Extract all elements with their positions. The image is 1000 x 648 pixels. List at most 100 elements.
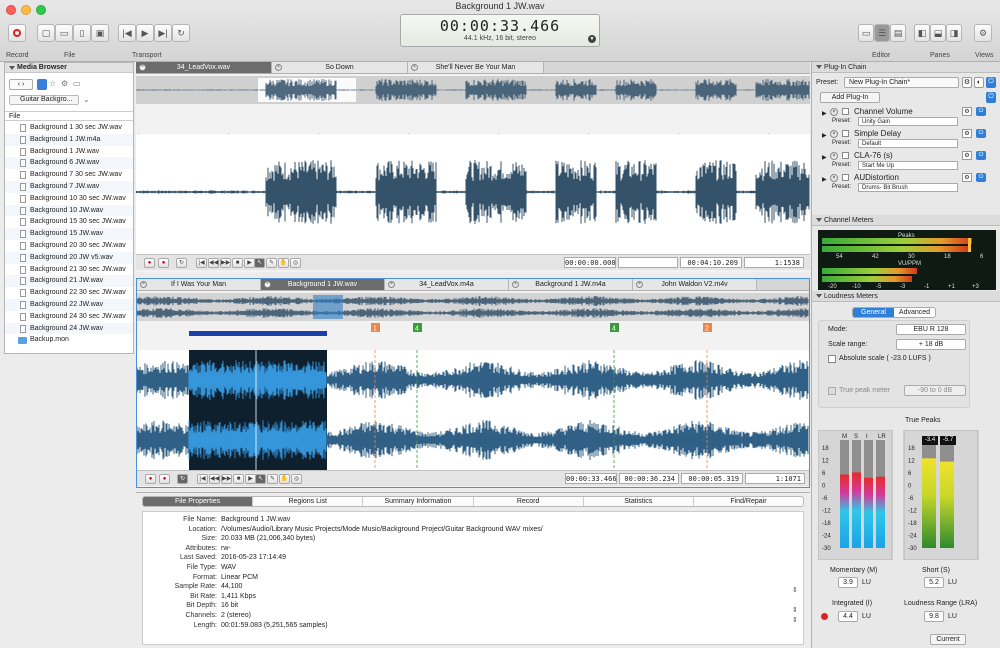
power-icon[interactable]: ⏻ [976, 173, 986, 182]
property-value[interactable]: 00:01:59.083 (5,251,565 samples) [221, 621, 328, 631]
open-file-button[interactable]: ▭ [55, 24, 73, 42]
plugin-slot[interactable]: ▶ × Channel Volume Preset: Unity Gain ⚙ ⏻ [822, 107, 986, 128]
folder-icon[interactable]: ▭ [73, 79, 81, 88]
selection-length-field[interactable]: 00:00:05.319 [681, 473, 743, 484]
channel-meters-header[interactable]: Channel Meters [812, 215, 1000, 226]
remove-plugin-icon[interactable]: × [830, 130, 838, 138]
plugin-slot[interactable]: ▶ × CLA-76 (s) Preset: Start Me Up ⚙ ⏻ [822, 151, 986, 172]
property-value[interactable]: WAV [221, 563, 236, 573]
hand-tool-icon[interactable]: ✋ [278, 258, 289, 268]
property-value[interactable]: 20.033 MB (21,006,340 bytes) [221, 534, 315, 544]
bypass-icon[interactable]: ◐ [974, 77, 984, 88]
rewind-button[interactable]: |◀ [118, 24, 136, 42]
property-value[interactable]: 16 bit [221, 601, 238, 611]
remove-plugin-icon[interactable]: × [830, 152, 838, 160]
loudness-display-select[interactable]: Current [930, 634, 966, 645]
stepper-icon[interactable]: ⇕ [792, 616, 798, 624]
file-list-item[interactable]: Background 1 JW.m4a [5, 133, 133, 146]
close-tab-icon[interactable]: × [139, 64, 146, 71]
editor-stack-button[interactable]: ▤ [890, 24, 906, 42]
zoom-ratio-field[interactable]: 1:1071 [745, 473, 805, 484]
pane-bottom-button[interactable]: ⬓ [930, 24, 946, 42]
loop-icon[interactable]: ↻ [176, 258, 187, 268]
file-column-header[interactable]: File [5, 111, 133, 121]
plugin-editor-icon[interactable]: ⚙ [962, 129, 972, 138]
scale-range-select[interactable]: + 18 dB [896, 339, 966, 350]
remove-plugin-icon[interactable]: × [830, 108, 838, 116]
close-tab-icon[interactable]: × [140, 281, 147, 288]
minimize-window-button[interactable] [21, 5, 31, 15]
selection-length-field[interactable]: 00:04:10.209 [680, 257, 742, 268]
tab-34-leadvox-wav[interactable]: × 34_LeadVox.wav [136, 62, 272, 73]
media-browser-header[interactable]: Media Browser [5, 63, 133, 73]
record-icon[interactable]: ● [145, 474, 156, 484]
tab-advanced[interactable]: Advanced [894, 308, 935, 317]
property-value[interactable]: Linear PCM [221, 573, 258, 583]
reset-integrated-icon[interactable] [821, 613, 828, 620]
stop-record-icon[interactable]: ● [159, 474, 170, 484]
tab-statistics[interactable]: Statistics [584, 497, 694, 506]
tab-find-repair[interactable]: Find/Repair [694, 497, 803, 506]
close-tab-icon[interactable]: × [275, 64, 282, 71]
overview-waveform-top[interactable] [136, 76, 810, 104]
file-list-item[interactable]: Background 21 30 sec JW.wav [5, 264, 133, 276]
close-tab-icon[interactable]: × [636, 281, 643, 288]
plugin-preset-select[interactable]: Unity Gain [858, 117, 958, 126]
file-list-item[interactable]: Background 24 JW.wav [5, 322, 133, 335]
plugin-preset-select[interactable]: Drums- Bit Brush [858, 183, 958, 192]
close-tab-icon[interactable]: × [411, 64, 418, 71]
disclosure-icon[interactable]: ▶ [822, 176, 827, 183]
tab-background-1-jw-m4a[interactable]: × Background 1 JW.m4a [509, 279, 633, 290]
close-tab-icon[interactable]: × [264, 281, 271, 288]
disclosure-icon[interactable]: ▶ [822, 110, 827, 117]
loop-icon[interactable]: ↻ [177, 474, 188, 484]
disclosure-icon[interactable]: ▶ [822, 154, 827, 161]
plugin-slot[interactable]: ▶ × Simple Delay Preset: Default ⚙ ⏻ [822, 129, 986, 150]
list-view-icon[interactable] [37, 79, 47, 90]
file-list-item[interactable]: Background 20 30 sec JW.wav [5, 240, 133, 252]
hand-tool-icon[interactable]: ✋ [279, 474, 290, 484]
plugin-editor-icon[interactable]: ⚙ [962, 151, 972, 160]
file-list-item[interactable]: Background 1 JW.wav [5, 146, 133, 158]
gear-icon[interactable]: ⚙ [61, 79, 68, 88]
file-list-item[interactable]: Background 22 JW.wav [5, 298, 133, 311]
tab-so-down[interactable]: × So Down [272, 62, 408, 73]
close-file-button[interactable]: ▯ [73, 24, 91, 42]
file-list-item[interactable]: Background 20 JW v5.wav [5, 251, 133, 264]
tab-regions-list[interactable]: Regions List [253, 497, 364, 506]
star-icon[interactable]: ☆ [49, 79, 56, 88]
plugin-enable-checkbox[interactable] [842, 130, 849, 137]
file-list-item[interactable]: Background 22 30 sec JW.wav [5, 287, 133, 299]
stop-icon[interactable]: ■ [232, 258, 243, 268]
close-tab-icon[interactable]: × [512, 281, 519, 288]
mode-select[interactable]: EBU R 128 [896, 324, 966, 335]
cursor-tool-icon[interactable]: ↖ [255, 474, 266, 484]
close-tab-icon[interactable]: × [388, 281, 395, 288]
selection-start-field[interactable]: 00:00:33.466 [565, 473, 617, 484]
add-plugin-button[interactable]: Add Plug-In [820, 92, 880, 103]
waveform-top[interactable] [136, 134, 810, 254]
true-peak-checkbox[interactable] [828, 387, 836, 395]
scrub-tool-icon[interactable]: ◎ [291, 474, 302, 484]
stop-record-icon[interactable]: ● [158, 258, 169, 268]
true-peak-range-select[interactable]: -90 to 0 dB [904, 385, 966, 396]
tab-file-properties[interactable]: File Properties [143, 497, 254, 506]
record-icon[interactable]: ● [144, 258, 155, 268]
power-icon[interactable]: ⏻ [986, 92, 996, 103]
waveform-bottom[interactable] [137, 350, 809, 470]
pencil-tool-icon[interactable]: ✎ [266, 258, 277, 268]
property-value[interactable]: 2016-05-23 17:14:49 [221, 553, 286, 563]
views-button[interactable]: ⚙ [974, 24, 992, 42]
file-list-item[interactable]: Background 6 JW.wav [5, 157, 133, 170]
stepper-icon[interactable]: ⇕ [792, 586, 798, 594]
back-icon[interactable]: ◀◀ [209, 474, 220, 484]
tab-summary-information[interactable]: Summary Information [363, 497, 474, 506]
plugin-editor-icon[interactable]: ⚙ [962, 173, 972, 182]
plugin-editor-icon[interactable]: ⚙ [962, 107, 972, 116]
rewind-icon[interactable]: |◀ [196, 258, 207, 268]
tab-if-i-was-your-man[interactable]: × If I Was Your Man [137, 279, 261, 290]
tab-34-leadvox-m4a[interactable]: × 34_LeadVox.m4a [385, 279, 509, 290]
plugin-enable-checkbox[interactable] [842, 152, 849, 159]
tab-shell-never-be-your-man[interactable]: × She'll Never Be Your Man [408, 62, 544, 73]
file-list-item[interactable]: Background 21 JW.wav [5, 275, 133, 288]
